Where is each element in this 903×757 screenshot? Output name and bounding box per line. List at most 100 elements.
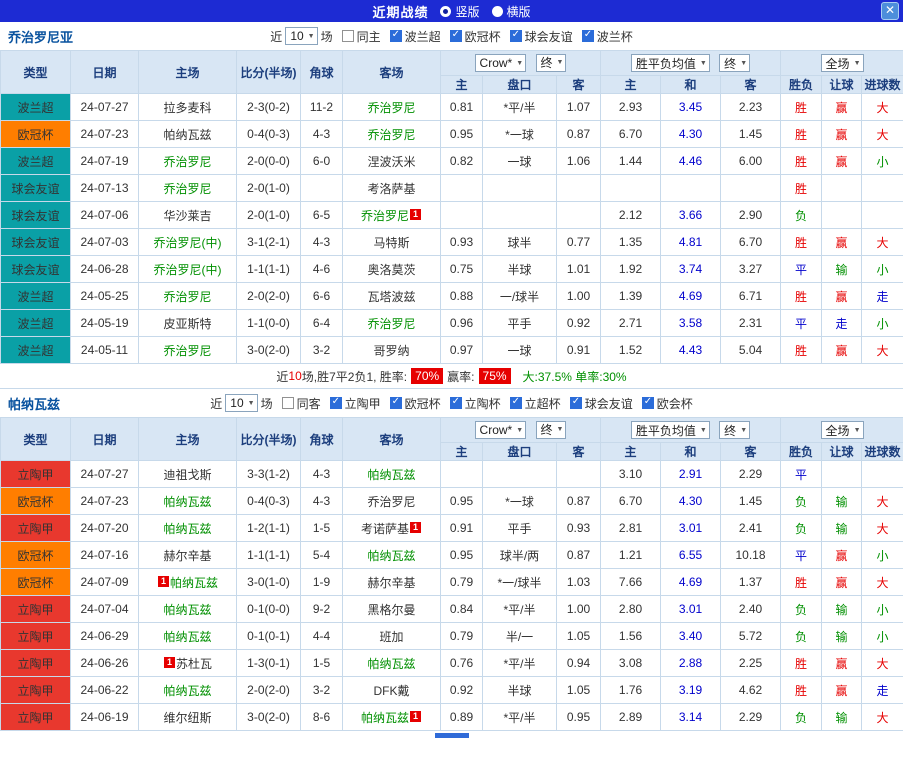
team-name[interactable]: 帕纳瓦兹 xyxy=(163,603,211,617)
period-select[interactable]: 全场 ▼ xyxy=(820,54,864,72)
filter-league[interactable]: 欧会杯 xyxy=(641,395,693,412)
col-header-avg-draw: 和 xyxy=(660,75,721,94)
match-score[interactable]: 1-1(1-1) xyxy=(236,541,301,569)
match-score[interactable]: 0-4(0-3) xyxy=(236,487,301,515)
avg-odds-select[interactable]: 胜平负均值 ▼ xyxy=(630,421,710,439)
team-name[interactable]: 瓦塔波兹 xyxy=(367,290,415,304)
games-count-select[interactable]: 10 ▼ xyxy=(225,394,258,412)
team-name[interactable]: 乔治罗尼(中) xyxy=(154,236,222,250)
avg-time-select[interactable]: 终 ▼ xyxy=(719,421,751,439)
home-team-cell: 乔治罗尼 xyxy=(138,336,237,364)
result-outcome: 负 xyxy=(780,622,823,650)
team-name[interactable]: 乔治罗尼 xyxy=(367,128,415,142)
odds-provider-select[interactable]: Crow* ▼ xyxy=(474,54,527,73)
match-score[interactable]: 3-3(1-2) xyxy=(236,460,301,488)
layout-vertical-radio[interactable]: 竖版 xyxy=(440,3,480,20)
result-outcome: 平 xyxy=(780,309,823,337)
match-score[interactable]: 2-0(2-0) xyxy=(236,282,301,310)
filter-league[interactable]: 立陶杯 xyxy=(449,395,501,412)
team-name[interactable]: 马特斯 xyxy=(373,236,409,250)
col-header-date: 日期 xyxy=(70,417,139,461)
match-score[interactable]: 2-0(2-0) xyxy=(236,676,301,704)
match-score[interactable]: 1-2(1-1) xyxy=(236,514,301,542)
match-score[interactable]: 0-1(0-0) xyxy=(236,595,301,623)
team-name[interactable]: 乔治罗尼 xyxy=(163,344,211,358)
team-name[interactable]: 乔治罗尼 xyxy=(163,155,211,169)
team-name[interactable]: 乔治罗尼 xyxy=(367,101,415,115)
period-select[interactable]: 全场 ▼ xyxy=(820,421,864,439)
filter-league[interactable]: 欧冠杯 xyxy=(389,395,441,412)
team-name[interactable]: 帕纳瓦兹 xyxy=(170,576,218,590)
filter-same-venue[interactable]: 同主 xyxy=(341,28,381,45)
filter-league[interactable]: 欧冠杯 xyxy=(449,28,501,45)
team-name[interactable]: 拉多麦科 xyxy=(163,101,211,115)
match-score[interactable]: 2-0(1-0) xyxy=(236,174,301,202)
filter-league[interactable]: 球会友谊 xyxy=(569,395,633,412)
odds-provider-select[interactable]: Crow* ▼ xyxy=(474,421,527,440)
team-name[interactable]: 考诺萨基 xyxy=(361,522,409,536)
games-count-select[interactable]: 10 ▼ xyxy=(285,27,318,45)
filter-league[interactable]: 立超杯 xyxy=(509,395,561,412)
match-score[interactable]: 1-1(1-1) xyxy=(236,255,301,283)
odds-time-select[interactable]: 终 ▼ xyxy=(535,420,567,439)
away-team-cell: 哥罗纳 xyxy=(342,336,441,364)
team-name[interactable]: 帕纳瓦兹 xyxy=(163,522,211,536)
team-name[interactable]: 黑格尔曼 xyxy=(367,603,415,617)
match-score[interactable]: 2-3(0-2) xyxy=(236,93,301,121)
team-name[interactable]: 皮亚斯特 xyxy=(163,317,211,331)
layout-horizontal-radio[interactable]: 横版 xyxy=(491,3,531,20)
team-name[interactable]: 帕纳瓦兹 xyxy=(163,630,211,644)
team-name[interactable]: 帕纳瓦兹 xyxy=(163,684,211,698)
team-name[interactable]: 帕纳瓦兹 xyxy=(163,128,211,142)
match-row: 立陶甲 24-06-29 帕纳瓦兹 0-1(0-1) 4-4 班加 0.79 半/一 1.05 1… xyxy=(0,622,903,650)
team-name[interactable]: 涅波沃米 xyxy=(367,155,415,169)
team-name[interactable]: 华沙莱吉 xyxy=(163,209,211,223)
team-name[interactable]: 乔治罗尼 xyxy=(361,209,409,223)
match-score[interactable]: 3-0(2-0) xyxy=(236,703,301,731)
team-name[interactable]: 乔治罗尼 xyxy=(163,290,211,304)
team-name[interactable]: 维尔纽斯 xyxy=(163,711,211,725)
team-name[interactable]: 帕纳瓦兹 xyxy=(367,468,415,482)
team-name[interactable]: 班加 xyxy=(379,630,403,644)
filter-league[interactable]: 立陶甲 xyxy=(329,395,381,412)
match-score[interactable]: 2-0(1-0) xyxy=(236,201,301,229)
avg-odds-away: 2.31 xyxy=(719,309,782,337)
filter-same-venue[interactable]: 同客 xyxy=(281,395,321,412)
team-name[interactable]: 帕纳瓦兹 xyxy=(367,657,415,671)
select-value: 终 xyxy=(724,56,737,71)
match-score[interactable]: 2-0(0-0) xyxy=(236,147,301,175)
team-name[interactable]: 哥罗纳 xyxy=(373,344,409,358)
team-name[interactable]: 帕纳瓦兹 xyxy=(361,711,409,725)
team-name[interactable]: 赫尔辛基 xyxy=(163,549,211,563)
team-name[interactable]: 乔治罗尼 xyxy=(367,495,415,509)
close-button[interactable]: ✕ xyxy=(881,2,899,20)
team-name[interactable]: 帕纳瓦兹 xyxy=(367,549,415,563)
team-name[interactable]: 迪祖戈斯 xyxy=(163,468,211,482)
match-score[interactable]: 0-1(0-1) xyxy=(236,622,301,650)
team-name[interactable]: 考洛萨基 xyxy=(367,182,415,196)
filter-league[interactable]: 波兰杯 xyxy=(581,28,633,45)
section-panevezys: 帕纳瓦兹 近 10 ▼ 场 同客立陶甲欧冠杯立陶杯立超杯球会友谊欧会杯 类型 日… xyxy=(0,389,903,738)
team-name[interactable]: 帕纳瓦兹 xyxy=(163,495,211,509)
avg-odds-away: 1.45 xyxy=(719,487,782,515)
match-score[interactable]: 3-0(2-0) xyxy=(236,336,301,364)
team-name[interactable]: 苏杜瓦 xyxy=(176,657,212,671)
avg-odds-select[interactable]: 胜平负均值 ▼ xyxy=(630,54,710,72)
team-name[interactable]: 赫尔辛基 xyxy=(367,576,415,590)
match-score[interactable]: 1-1(0-0) xyxy=(236,309,301,337)
match-score[interactable]: 1-3(0-1) xyxy=(236,649,301,677)
match-score[interactable]: 3-0(1-0) xyxy=(236,568,301,596)
avg-time-select[interactable]: 终 ▼ xyxy=(719,54,751,72)
summary-games: 10 xyxy=(288,369,302,383)
odds-time-select[interactable]: 终 ▼ xyxy=(535,53,567,72)
filter-league[interactable]: 波兰超 xyxy=(389,28,441,45)
filter-league[interactable]: 球会友谊 xyxy=(509,28,573,45)
avg-odds-home: 1.56 xyxy=(600,622,661,650)
match-score[interactable]: 0-4(0-3) xyxy=(236,120,301,148)
team-name[interactable]: 乔治罗尼 xyxy=(367,317,415,331)
team-name[interactable]: DFK戴 xyxy=(373,684,409,698)
team-name[interactable]: 乔治罗尼 xyxy=(163,182,211,196)
team-name[interactable]: 奥洛莫茨 xyxy=(367,263,415,277)
match-score[interactable]: 3-1(2-1) xyxy=(236,228,301,256)
team-name[interactable]: 乔治罗尼(中) xyxy=(154,263,222,277)
